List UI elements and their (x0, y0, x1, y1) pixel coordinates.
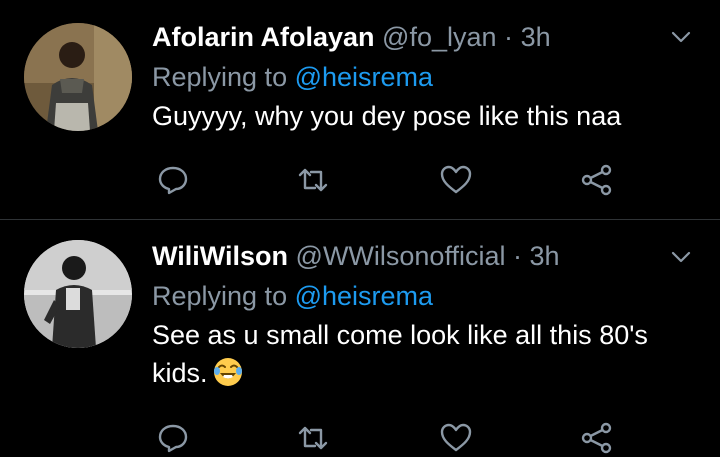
avatar[interactable] (24, 23, 132, 131)
tweet-header: WiliWilson @WWilsonofficial · 3h (152, 239, 700, 273)
display-name[interactable]: WiliWilson (152, 241, 288, 271)
timestamp[interactable]: 3h (530, 241, 560, 271)
separator-dot: · (513, 241, 522, 271)
user-handle[interactable]: @fo_lyan (382, 22, 496, 52)
share-icon[interactable] (579, 162, 615, 198)
tweet-header: Afolarin Afolayan @fo_lyan · 3h (152, 20, 700, 54)
tweet-actions (155, 420, 615, 456)
tweet-actions (155, 162, 615, 198)
display-name[interactable]: Afolarin Afolayan (152, 22, 375, 52)
reply-icon[interactable] (155, 420, 191, 456)
mention-link[interactable]: @heisrema (295, 62, 433, 92)
user-handle[interactable]: @WWilsonofficial (296, 241, 506, 271)
reply-feed: Afolarin Afolayan @fo_lyan · 3h Replying… (0, 0, 720, 457)
mention-link[interactable]: @heisrema (295, 281, 433, 311)
like-icon[interactable] (438, 420, 474, 456)
reply-icon[interactable] (155, 162, 191, 198)
timestamp[interactable]: 3h (521, 22, 551, 52)
like-icon[interactable] (438, 162, 474, 198)
laughing-crying-emoji-icon (212, 356, 244, 388)
replying-to-label: Replying to (152, 281, 288, 311)
retweet-icon[interactable] (295, 420, 331, 456)
retweet-icon[interactable] (295, 162, 331, 198)
share-icon[interactable] (579, 420, 615, 456)
tweet-text: See as u small come look like all this 8… (152, 316, 700, 392)
tweet-text: Guyyyy, why you dey pose like this naa (152, 101, 622, 131)
tweet-reply[interactable]: WiliWilson @WWilsonofficial · 3h Replyin… (0, 220, 720, 457)
tweet-reply[interactable]: Afolarin Afolayan @fo_lyan · 3h Replying… (0, 0, 720, 219)
replying-to-label: Replying to (152, 62, 288, 92)
avatar[interactable] (24, 240, 132, 348)
tweet-content: WiliWilson @WWilsonofficial · 3h Replyin… (152, 239, 700, 392)
replying-to-line: Replying to @heisrema (152, 60, 700, 94)
separator-dot: · (504, 22, 514, 52)
replying-to-line: Replying to @heisrema (152, 279, 700, 313)
tweet-content: Afolarin Afolayan @fo_lyan · 3h Replying… (152, 20, 700, 135)
